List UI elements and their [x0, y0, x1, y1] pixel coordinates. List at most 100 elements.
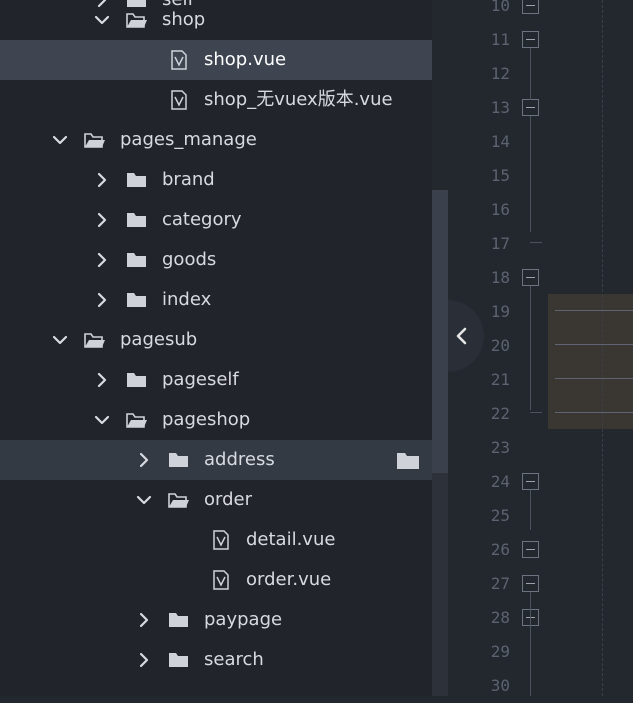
selection-highlight [548, 294, 633, 429]
fold-toggle-icon[interactable] [522, 31, 539, 48]
tree-folder-goods[interactable]: goods [0, 240, 432, 280]
line-number: 27 [490, 574, 510, 593]
chevron-down-icon[interactable] [52, 132, 68, 148]
chevron-down-icon[interactable] [94, 12, 110, 28]
tree-folder-paypage[interactable]: paypage [0, 600, 432, 640]
tree-file-detail-vue[interactable]: detail.vue [0, 520, 432, 560]
fold-guide-line [530, 48, 531, 100]
tree-folder-pageshop[interactable]: pageshop [0, 400, 432, 440]
fold-toggle-icon[interactable] [522, 473, 539, 490]
folder-icon [127, 213, 146, 227]
indent-guide [602, 0, 603, 696]
chevron-right-icon[interactable] [136, 652, 152, 668]
highlight-text-line [555, 412, 633, 413]
tree-folder-pageself[interactable]: pageself [0, 360, 432, 400]
line-number: 19 [490, 302, 510, 321]
tree-folder-search[interactable]: search [0, 640, 432, 680]
tree-folder-pages-manage[interactable]: pages_manage [0, 120, 432, 160]
line-number: 21 [490, 370, 510, 389]
tree-folder-pagesub[interactable]: pagesub [0, 320, 432, 360]
chevron-down-icon[interactable] [136, 492, 152, 508]
tree-file-shop-vuex-vue[interactable]: shop_无vuex版本.vue [0, 80, 432, 120]
tree-item-label: address [204, 449, 275, 470]
tree-item-label: goods [162, 249, 217, 270]
tree-item-label: shop_无vuex版本.vue [204, 89, 393, 110]
highlight-text-line [555, 344, 633, 345]
tree-item-label: category [162, 209, 242, 230]
chevron-right-icon[interactable] [94, 292, 110, 308]
fold-toggle-icon[interactable] [522, 269, 539, 286]
tree-file-shop-vue[interactable]: shop.vue [0, 40, 432, 80]
fold-toggle-icon[interactable] [522, 575, 539, 592]
sidebar-scrollbar-thumb[interactable] [432, 190, 448, 473]
line-number: 23 [490, 438, 510, 457]
folder-open-icon [84, 133, 105, 148]
line-number: 28 [490, 608, 510, 627]
tree-item-label: shop.vue [204, 49, 287, 70]
fold-guide-line [530, 626, 531, 696]
line-number: 24 [490, 472, 510, 491]
chevron-left-icon [456, 327, 467, 345]
line-number: 12 [490, 64, 510, 83]
tree-item-label: shop [162, 9, 206, 30]
tree-item-label: pagesub [120, 329, 198, 350]
vue-file-icon [213, 530, 229, 550]
tree-item-label: pageshop [162, 409, 251, 430]
folder-icon [169, 653, 188, 667]
tree-folder-shop[interactable]: shop [0, 0, 432, 40]
new-folder-icon[interactable] [396, 451, 420, 470]
fold-end-marker [530, 412, 542, 413]
folder-icon [169, 453, 188, 467]
folder-open-icon [126, 413, 147, 428]
line-number: 18 [490, 268, 510, 287]
line-number: 16 [490, 200, 510, 219]
highlight-text-line [555, 310, 633, 311]
line-number: 13 [490, 98, 510, 117]
tree-folder-brand[interactable]: brand [0, 160, 432, 200]
tree-item-label: search [204, 649, 264, 670]
folder-icon [169, 613, 188, 627]
tree-folder-order[interactable]: order [0, 480, 432, 520]
vue-file-icon [171, 90, 187, 110]
chevron-right-icon[interactable] [136, 452, 152, 468]
vue-file-icon [213, 570, 229, 590]
file-tree-sidebar: selfshopshop.vueshop_无vuex版本.vuepages_ma… [0, 0, 432, 696]
fold-guide-line [530, 116, 531, 232]
chevron-right-icon[interactable] [94, 252, 110, 268]
chevron-down-icon[interactable] [52, 332, 68, 348]
tree-folder-address[interactable]: address [0, 440, 432, 480]
folder-open-icon [168, 493, 189, 508]
tree-item-label: order.vue [246, 569, 332, 590]
fold-guide-line [530, 490, 531, 530]
folder-icon [127, 373, 146, 387]
line-number: 29 [490, 642, 510, 661]
line-number: 10 [490, 0, 510, 15]
tree-item-label: pageself [162, 369, 239, 390]
line-number: 15 [490, 166, 510, 185]
tree-item-label: index [162, 289, 212, 310]
chevron-right-icon[interactable] [94, 372, 110, 388]
line-number: 20 [490, 336, 510, 355]
folder-icon [127, 253, 146, 267]
tree-item-label: order [204, 489, 252, 510]
fold-toggle-icon[interactable] [522, 541, 539, 558]
line-number: 17 [490, 234, 510, 253]
line-number: 30 [490, 676, 510, 695]
vue-file-icon [171, 50, 187, 70]
tree-folder-category[interactable]: category [0, 200, 432, 240]
folder-icon [127, 173, 146, 187]
fold-toggle-icon[interactable] [522, 0, 539, 14]
folder-open-icon [126, 13, 147, 28]
tree-item-label: paypage [204, 609, 283, 630]
tree-item-label: brand [162, 169, 215, 190]
highlight-text-line [555, 378, 633, 379]
chevron-down-icon[interactable] [94, 412, 110, 428]
tree-file-order-vue[interactable]: order.vue [0, 560, 432, 600]
chevron-right-icon[interactable] [94, 212, 110, 228]
line-number: 25 [490, 506, 510, 525]
chevron-right-icon[interactable] [136, 612, 152, 628]
line-number: 14 [490, 132, 510, 151]
chevron-right-icon[interactable] [94, 172, 110, 188]
tree-folder-index[interactable]: index [0, 280, 432, 320]
fold-toggle-icon[interactable] [522, 99, 539, 116]
